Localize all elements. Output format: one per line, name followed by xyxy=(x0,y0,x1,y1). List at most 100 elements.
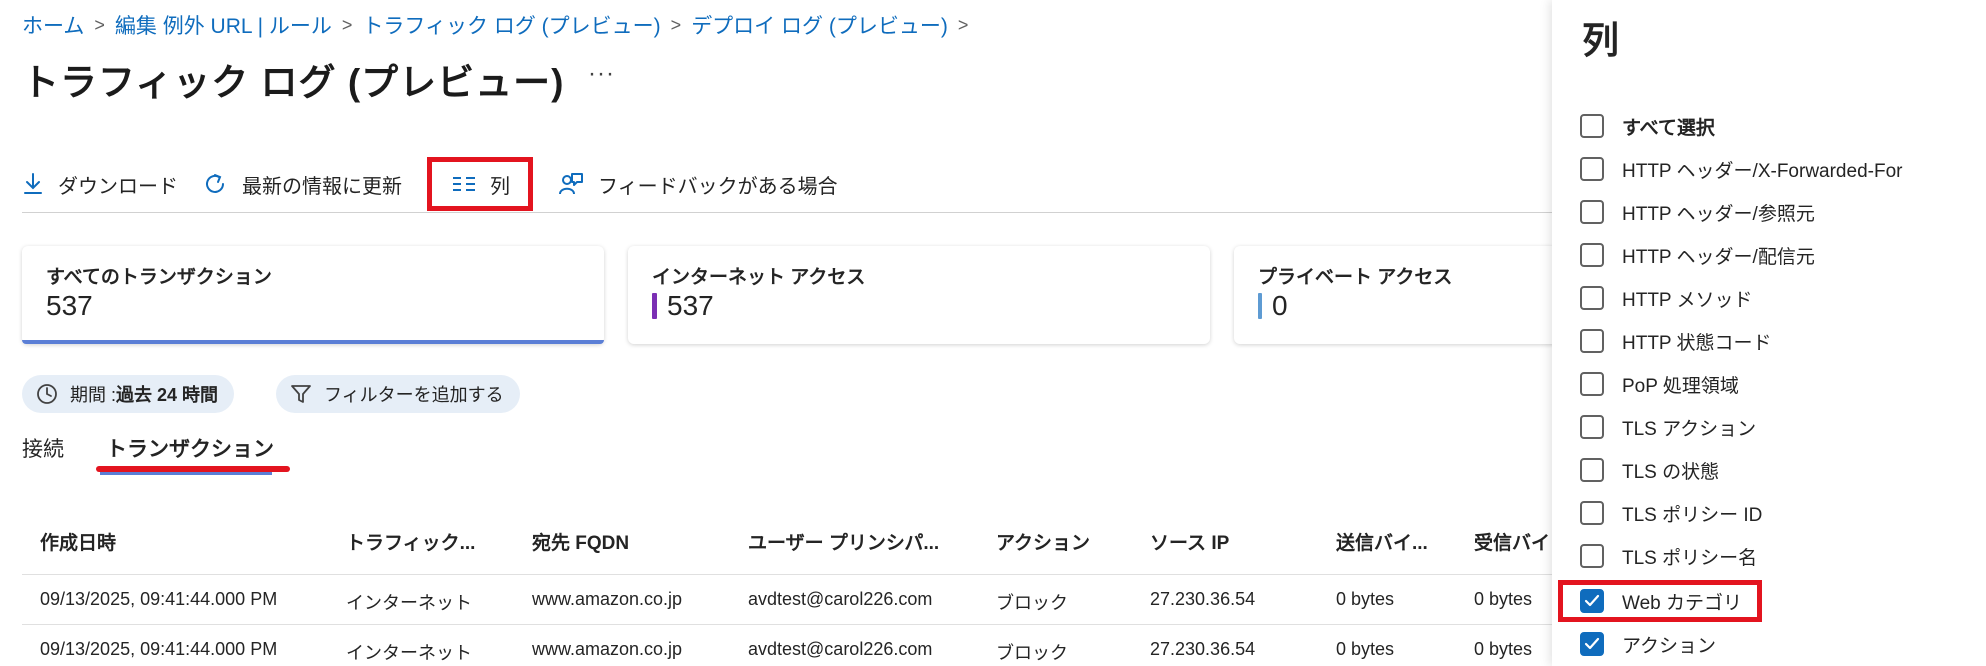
columns-icon xyxy=(453,177,475,191)
download-button[interactable]: ダウンロード xyxy=(22,160,178,208)
column-header-sent-bytes[interactable]: 送信バイ... xyxy=(1336,528,1428,555)
cell-source-ip: 27.230.36.54 xyxy=(1150,589,1256,609)
period-filter-pill[interactable]: 期間 : 過去 24 時間 xyxy=(22,375,235,413)
refresh-button[interactable]: 最新の情報に更新 xyxy=(202,160,402,208)
checkmark-icon xyxy=(1584,637,1600,650)
download-label: ダウンロード xyxy=(58,175,178,198)
more-options-button[interactable]: ··· xyxy=(588,60,615,88)
checkbox[interactable] xyxy=(1580,157,1604,181)
cell-received-bytes: 0 bytes xyxy=(1474,639,1533,659)
breadcrumb-edit-exception-url[interactable]: 編集 例外 URL | ルール xyxy=(115,10,332,40)
card-value: 537 xyxy=(667,290,714,321)
checkbox[interactable] xyxy=(1580,243,1604,267)
column-header-user-principal[interactable]: ユーザー プリンシパ... xyxy=(748,528,939,555)
refresh-label: 最新の情報に更新 xyxy=(242,175,402,198)
option-tls-policy-name[interactable]: TLS ポリシー名 xyxy=(1580,540,1757,572)
card-value-wrap: 0 xyxy=(1258,290,1288,322)
cell-destination-fqdn: www.amazon.co.jp xyxy=(532,589,683,609)
card-private-access[interactable]: プライベート アクセス 0 xyxy=(1234,246,1564,344)
page-title: トラフィック ログ (プレビュー) xyxy=(22,62,565,103)
tab-connections[interactable]: 接続 xyxy=(22,433,64,463)
cell-sent-bytes: 0 bytes xyxy=(1336,589,1395,609)
card-value-wrap: 537 xyxy=(46,290,93,322)
card-all-transactions[interactable]: すべてのトランザクション 537 xyxy=(22,246,604,344)
add-filter-pill[interactable]: フィルターを追加する xyxy=(276,375,520,413)
toolbar-divider xyxy=(22,212,1552,213)
column-header-action[interactable]: アクション xyxy=(996,528,1090,555)
columns-button[interactable]: 列 xyxy=(427,157,533,211)
period-value: 過去 24 時間 xyxy=(116,385,219,405)
column-header-traffic-type[interactable]: トラフィック... xyxy=(346,528,475,555)
card-value: 0 xyxy=(1272,290,1288,321)
checkbox[interactable] xyxy=(1580,200,1604,224)
tab-highlight-mark xyxy=(96,466,290,472)
checkbox[interactable] xyxy=(1580,501,1604,525)
checkbox[interactable] xyxy=(1580,458,1604,482)
row-divider xyxy=(22,624,1552,625)
option-pop-region[interactable]: PoP 処理領域 xyxy=(1580,368,1739,400)
option-label: HTTP ヘッダー/X-Forwarded-For xyxy=(1622,160,1903,182)
option-tls-status[interactable]: TLS の状態 xyxy=(1580,454,1719,486)
breadcrumb-home[interactable]: ホーム xyxy=(22,10,84,40)
toolbar: ダウンロード 最新の情報に更新 列 フィードバックがある場合 xyxy=(22,157,862,211)
breadcrumb-deploy-log[interactable]: デプロイ ログ (プレビュー) xyxy=(691,10,948,40)
option-tls-policy-id[interactable]: TLS ポリシー ID xyxy=(1580,497,1762,529)
cell-user-principal: avdtest@carol226.com xyxy=(748,589,933,609)
card-label: プライベート アクセス xyxy=(1258,267,1453,288)
chevron-right-icon: > xyxy=(957,14,969,35)
card-value: 537 xyxy=(46,290,93,321)
cell-received-bytes: 0 bytes xyxy=(1474,589,1533,609)
card-internet-access[interactable]: インターネット アクセス 537 xyxy=(628,246,1210,344)
cell-user-principal: avdtest@carol226.com xyxy=(748,639,933,659)
checkbox[interactable] xyxy=(1580,329,1604,353)
checkbox[interactable] xyxy=(1580,544,1604,568)
option-http-x-forwarded-for[interactable]: HTTP ヘッダー/X-Forwarded-For xyxy=(1580,153,1902,185)
checkbox[interactable] xyxy=(1580,415,1604,439)
checkbox[interactable] xyxy=(1580,372,1604,396)
column-header-created[interactable]: 作成日時 xyxy=(40,528,116,555)
option-tls-action[interactable]: TLS アクション xyxy=(1580,411,1756,443)
checkbox-checked[interactable] xyxy=(1580,632,1604,656)
column-header-source-ip[interactable]: ソース IP xyxy=(1150,528,1229,555)
columns-panel: 列 すべて選択 HTTP ヘッダー/X-Forwarded-For HTTP ヘ… xyxy=(1552,0,1986,666)
feedback-label: フィードバックがある場合 xyxy=(598,175,838,198)
option-action[interactable]: アクション xyxy=(1580,628,1716,660)
web-category-highlight-box xyxy=(1558,580,1762,622)
header-divider xyxy=(22,574,1552,575)
checkbox[interactable] xyxy=(1580,286,1604,310)
option-http-method[interactable]: HTTP メソッド xyxy=(1580,282,1753,314)
period-prefix: 期間 : xyxy=(70,385,117,405)
chevron-right-icon: > xyxy=(94,14,105,35)
tab-transactions[interactable]: トランザクション xyxy=(106,433,274,463)
checkbox[interactable] xyxy=(1580,114,1604,138)
cell-traffic-type: インターネット xyxy=(346,593,472,613)
option-label: HTTP ヘッダー/配信元 xyxy=(1622,246,1815,268)
series-color-bar xyxy=(652,293,657,319)
option-label: HTTP メソッド xyxy=(1622,289,1753,311)
option-label: TLS ポリシー名 xyxy=(1622,547,1758,569)
option-label: TLS ポリシー ID xyxy=(1622,504,1763,526)
cell-action: ブロック xyxy=(996,643,1068,663)
cell-action: ブロック xyxy=(996,593,1068,613)
filter-icon xyxy=(291,385,311,403)
option-select-all[interactable]: すべて選択 xyxy=(1580,110,1715,142)
cell-source-ip: 27.230.36.54 xyxy=(1150,639,1256,659)
option-http-origin[interactable]: HTTP ヘッダー/配信元 xyxy=(1580,239,1815,271)
breadcrumb: ホーム > 編集 例外 URL | ルール > トラフィック ログ (プレビュー… xyxy=(22,10,978,40)
breadcrumb-traffic-log[interactable]: トラフィック ログ (プレビュー) xyxy=(362,10,660,40)
column-header-received-bytes[interactable]: 受信バイ xyxy=(1474,528,1550,555)
chevron-right-icon: > xyxy=(341,14,353,35)
cell-traffic-type: インターネット xyxy=(346,643,472,663)
option-http-status-code[interactable]: HTTP 状態コード xyxy=(1580,325,1772,357)
feedback-button[interactable]: フィードバックがある場合 xyxy=(558,160,838,208)
tab-active-indicator xyxy=(100,472,272,475)
card-label: インターネット アクセス xyxy=(652,267,866,288)
add-filter-label: フィルターを追加する xyxy=(324,385,504,405)
option-http-referer[interactable]: HTTP ヘッダー/参照元 xyxy=(1580,196,1815,228)
refresh-icon xyxy=(206,174,224,193)
series-color-bar xyxy=(1258,293,1262,319)
cell-destination-fqdn: www.amazon.co.jp xyxy=(532,639,683,659)
option-label: アクション xyxy=(1622,635,1717,657)
column-header-destination-fqdn[interactable]: 宛先 FQDN xyxy=(532,528,629,555)
card-value-wrap: 537 xyxy=(652,290,714,322)
